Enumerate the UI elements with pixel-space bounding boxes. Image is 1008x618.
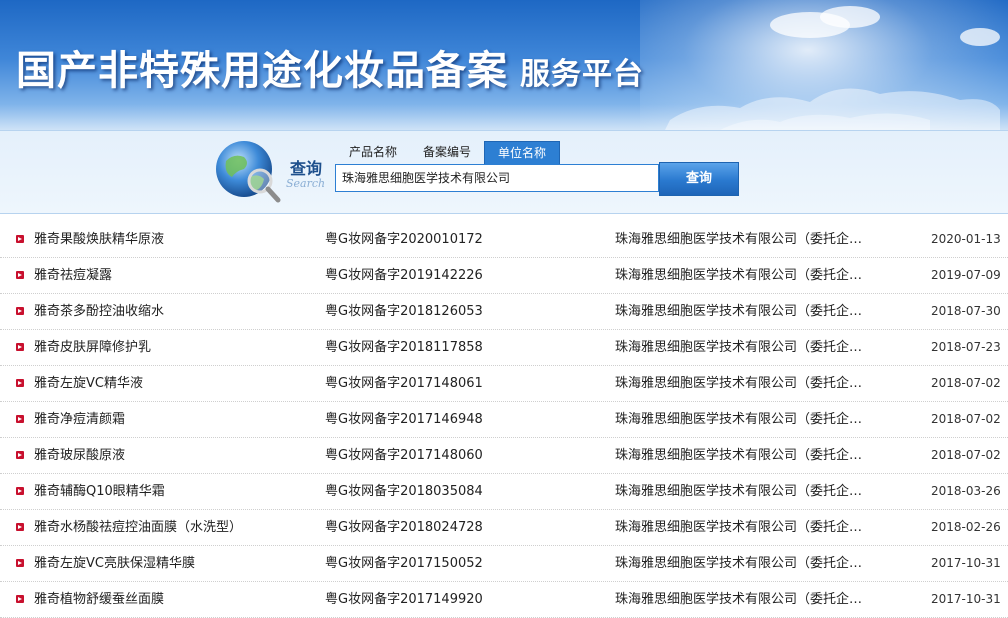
bullet-arrow-icon <box>16 343 24 351</box>
search-panel: 查询 Search 产品名称 备案编号 单位名称 珠海雅思细胞医学技术有限公司 … <box>0 130 1008 214</box>
bullet-arrow-icon <box>16 235 24 243</box>
record-date: 2018-07-02 <box>931 412 1001 426</box>
product-name-link[interactable]: 雅奇净痘清颜霜 <box>34 402 314 437</box>
registration-number: 粤G妆网备字2017148061 <box>325 376 483 391</box>
bullet-arrow-icon <box>16 379 24 387</box>
list-item: 雅奇茶多酚控油收缩水 粤G妆网备字2018126053 珠海雅思细胞医学技术有限公司… <box>0 294 1008 330</box>
company-name: 珠海雅思细胞医学技术有限公司（委托企… <box>615 556 863 571</box>
list-item: 雅奇皮肤屏障修护乳 粤G妆网备字2018117858 珠海雅思细胞医学技术有限公司（… <box>0 330 1008 366</box>
list-item: 雅奇果酸焕肤精华原液 粤G妆网备字2020010172 珠海雅思细胞医学技术有限公司… <box>0 222 1008 258</box>
tab-product-name[interactable]: 产品名称 <box>336 141 410 163</box>
product-name-link[interactable]: 雅奇祛痘凝露 <box>34 258 314 293</box>
company-name: 珠海雅思细胞医学技术有限公司（委托企… <box>615 448 863 463</box>
record-date: 2018-03-26 <box>931 484 1001 498</box>
registration-number: 粤G妆网备字2018117858 <box>325 340 483 355</box>
company-name: 珠海雅思细胞医学技术有限公司（委托企… <box>615 520 863 535</box>
registration-number: 粤G妆网备字2020010172 <box>325 232 483 247</box>
registration-number: 粤G妆网备字2017149920 <box>325 592 483 607</box>
bullet-arrow-icon <box>16 523 24 531</box>
list-item: 雅奇辅酶Q10眼精华霜 粤G妆网备字2018035084 珠海雅思细胞医学技术有限公… <box>0 474 1008 510</box>
header-banner: 国产非特殊用途化妆品备案 服务平台 <box>0 0 1008 130</box>
tab-registration-number[interactable]: 备案编号 <box>410 141 484 163</box>
search-input[interactable]: 珠海雅思细胞医学技术有限公司 <box>335 164 659 192</box>
search-type-tabs: 产品名称 备案编号 单位名称 <box>336 141 561 164</box>
company-name: 珠海雅思细胞医学技术有限公司（委托企… <box>615 592 863 607</box>
world-map-graphic <box>665 88 1000 130</box>
list-item: 雅奇净痘清颜霜 粤G妆网备字2017146948 珠海雅思细胞医学技术有限公司（委托… <box>0 402 1008 438</box>
results-list: 雅奇果酸焕肤精华原液 粤G妆网备字2020010172 珠海雅思细胞医学技术有限公司… <box>0 222 1008 618</box>
company-name: 珠海雅思细胞医学技术有限公司（委托企… <box>615 340 863 355</box>
record-date: 2018-07-02 <box>931 376 1001 390</box>
cloud <box>820 6 880 28</box>
record-date: 2020-01-13 <box>931 232 1001 246</box>
bullet-arrow-icon <box>16 415 24 423</box>
product-name-link[interactable]: 雅奇辅酶Q10眼精华霜 <box>34 474 314 509</box>
product-name-link[interactable]: 雅奇皮肤屏障修护乳 <box>34 330 314 365</box>
product-name-link[interactable]: 雅奇植物舒缓蚕丝面膜 <box>34 582 314 617</box>
list-item: 雅奇玻尿酸原液 粤G妆网备字2017148060 珠海雅思细胞医学技术有限公司（委托… <box>0 438 1008 474</box>
page-title: 国产非特殊用途化妆品备案 服务平台 <box>16 38 644 96</box>
bullet-arrow-icon <box>16 487 24 495</box>
bullet-arrow-icon <box>16 307 24 315</box>
tab-company-name[interactable]: 单位名称 <box>484 141 561 164</box>
registration-number: 粤G妆网备字2018024728 <box>325 520 483 535</box>
product-name-link[interactable]: 雅奇左旋VC精华液 <box>34 366 314 401</box>
search-button[interactable]: 查询 <box>659 162 739 196</box>
record-date: 2017-10-31 <box>931 592 1001 606</box>
company-name: 珠海雅思细胞医学技术有限公司（委托企… <box>615 484 863 499</box>
list-item: 雅奇植物舒缓蚕丝面膜 粤G妆网备字2017149920 珠海雅思细胞医学技术有限公司… <box>0 582 1008 618</box>
search-label-en: Search <box>286 177 326 190</box>
record-date: 2018-07-30 <box>931 304 1001 318</box>
registration-number: 粤G妆网备字2017150052 <box>325 556 483 571</box>
record-date: 2019-07-09 <box>931 268 1001 282</box>
company-name: 珠海雅思细胞医学技术有限公司（委托企… <box>615 304 863 319</box>
globe-search-icon <box>216 141 281 203</box>
registration-number: 粤G妆网备字2018126053 <box>325 304 483 319</box>
list-item: 雅奇左旋VC亮肤保湿精华膜 粤G妆网备字2017150052 珠海雅思细胞医学技术有… <box>0 546 1008 582</box>
banner-subtitle: 服务平台 <box>520 57 644 92</box>
product-name-link[interactable]: 雅奇玻尿酸原液 <box>34 438 314 473</box>
company-name: 珠海雅思细胞医学技术有限公司（委托企… <box>615 376 863 391</box>
product-name-link[interactable]: 雅奇茶多酚控油收缩水 <box>34 294 314 329</box>
list-item: 雅奇左旋VC精华液 粤G妆网备字2017148061 珠海雅思细胞医学技术有限公司（… <box>0 366 1008 402</box>
record-date: 2018-02-26 <box>931 520 1001 534</box>
record-date: 2018-07-23 <box>931 340 1001 354</box>
product-name-link[interactable]: 雅奇左旋VC亮肤保湿精华膜 <box>34 546 314 581</box>
company-name: 珠海雅思细胞医学技术有限公司（委托企… <box>615 412 863 427</box>
record-date: 2017-10-31 <box>931 556 1001 570</box>
bullet-arrow-icon <box>16 451 24 459</box>
company-name: 珠海雅思细胞医学技术有限公司（委托企… <box>615 268 863 283</box>
cloud <box>960 28 1000 46</box>
registration-number: 粤G妆网备字2019142226 <box>325 268 483 283</box>
list-item: 雅奇祛痘凝露 粤G妆网备字2019142226 珠海雅思细胞医学技术有限公司（委托企… <box>0 258 1008 294</box>
company-name: 珠海雅思细胞医学技术有限公司（委托企… <box>615 232 863 247</box>
record-date: 2018-07-02 <box>931 448 1001 462</box>
registration-number: 粤G妆网备字2017146948 <box>325 412 483 427</box>
product-name-link[interactable]: 雅奇果酸焕肤精华原液 <box>34 222 314 257</box>
product-name-link[interactable]: 雅奇水杨酸祛痘控油面膜（水洗型） <box>34 510 314 545</box>
banner-title: 国产非特殊用途化妆品备案 <box>16 47 508 94</box>
list-item: 雅奇水杨酸祛痘控油面膜（水洗型） 粤G妆网备字2018024728 珠海雅思细胞医学… <box>0 510 1008 546</box>
registration-number: 粤G妆网备字2018035084 <box>325 484 483 499</box>
bullet-arrow-icon <box>16 559 24 567</box>
search-label: 查询 <box>290 159 323 178</box>
registration-number: 粤G妆网备字2017148060 <box>325 448 483 463</box>
bullet-arrow-icon <box>16 595 24 603</box>
bullet-arrow-icon <box>16 271 24 279</box>
